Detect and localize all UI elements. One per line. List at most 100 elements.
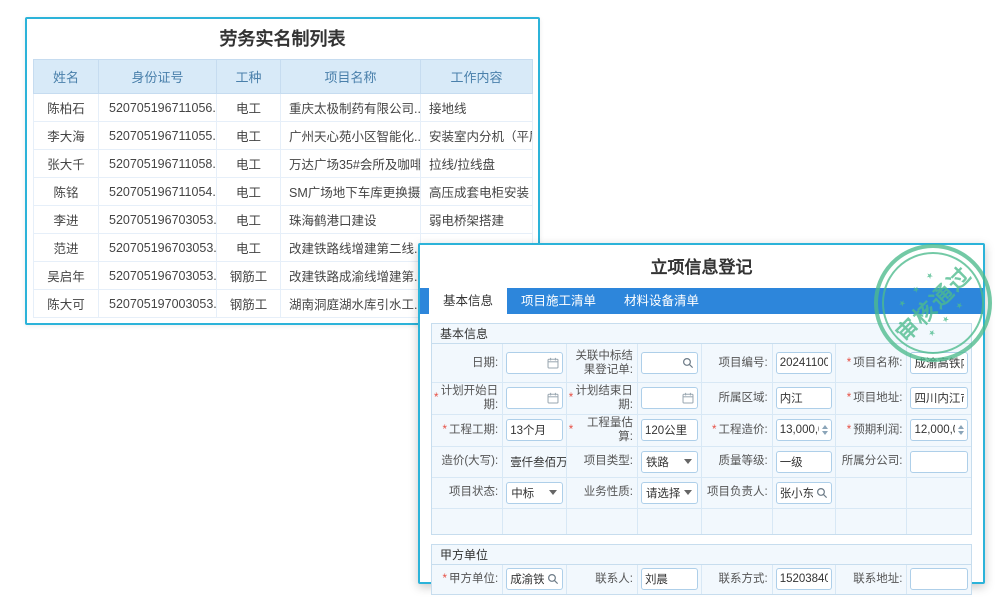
label-project-no: 项目编号:: [702, 344, 773, 382]
form-tab-bar: 基本信息 项目施工清单 材料设备清单: [420, 288, 983, 314]
cell-name[interactable]: 李进: [34, 206, 99, 234]
number-stepper[interactable]: [958, 425, 964, 435]
bid-result-input[interactable]: [642, 353, 682, 373]
contact-address-input[interactable]: [911, 569, 967, 589]
cell-project-name[interactable]: SM广场地下车库更换摄...: [281, 178, 421, 206]
quality-grade-input[interactable]: [777, 452, 832, 472]
col-header-name: 姓名: [34, 60, 99, 94]
label-contact-person: 联系人:: [567, 565, 638, 594]
plan-end-input[interactable]: [642, 388, 682, 408]
label-bid-result: 关联中标结果登记单:: [567, 344, 638, 382]
quantity-estimate-input[interactable]: [642, 420, 697, 440]
form-row: 日期: 关联中标结果登记单: 项目编号: *项目名称:: [432, 344, 971, 382]
contact-person-input[interactable]: [642, 569, 697, 589]
empty-cell: [773, 508, 837, 534]
contact-phone-input[interactable]: [777, 569, 832, 589]
project-name-input[interactable]: [911, 353, 967, 373]
tab-construction-list[interactable]: 项目施工清单: [507, 288, 610, 314]
calendar-icon[interactable]: [547, 357, 559, 369]
party-unit-input[interactable]: [507, 569, 547, 589]
form-row: *计划开始日期: *计划结束日期: 所属区域: *项目地址:: [432, 382, 971, 414]
required-marker: *: [847, 356, 851, 370]
cell-id-number: 520705196711055...: [99, 122, 217, 150]
search-icon[interactable]: [816, 487, 828, 499]
label-project-type: 项目类型:: [567, 446, 638, 477]
cell-project-name[interactable]: 万达广场35#会所及咖啡...: [281, 150, 421, 178]
plan-start-input[interactable]: [507, 388, 547, 408]
cell-name[interactable]: 吴启年: [34, 262, 99, 290]
project-type-select[interactable]: 铁路: [641, 451, 698, 473]
label-date: 日期:: [432, 344, 503, 382]
cell-project-name[interactable]: 改建铁路线增建第二线...: [281, 234, 421, 262]
cell-name[interactable]: 陈柏石: [34, 94, 99, 122]
date-input[interactable]: [507, 353, 547, 373]
label-duration: *工程工期:: [432, 414, 503, 446]
form-row: *甲方单位: 联系人: 联系方式: 联系地址:: [432, 565, 971, 594]
field-plan-start: [503, 382, 567, 414]
cell-project-name[interactable]: 湖南洞庭湖水库引水工...: [281, 290, 421, 318]
duration-input[interactable]: [507, 420, 562, 440]
form-row-empty: [432, 508, 971, 534]
chevron-down-icon: [549, 490, 557, 495]
cost-in-words-value: 壹仟叁佰万元整: [506, 454, 567, 470]
required-marker: *: [569, 391, 573, 405]
field-party-unit: [503, 565, 567, 594]
search-icon[interactable]: [547, 573, 559, 585]
form-row: 项目状态: 中标 业务性质: 请选择 项目负责人:: [432, 477, 971, 508]
form-title: 立项信息登记: [420, 255, 983, 281]
field-branch-company: [907, 446, 971, 477]
cell-id-number: 520705196703053...: [99, 234, 217, 262]
cell-project-name[interactable]: 珠海鹤港口建设: [281, 206, 421, 234]
cell-name[interactable]: 范进: [34, 234, 99, 262]
cell-trade: 电工: [217, 122, 281, 150]
cell-name[interactable]: 张大千: [34, 150, 99, 178]
field-business-nature: 请选择: [638, 477, 702, 508]
label-project-address: *项目地址:: [836, 382, 907, 414]
cell-id-number: 520705197003053...: [99, 290, 217, 318]
label-project-cost: *工程造价:: [702, 414, 773, 446]
business-nature-select[interactable]: 请选择: [641, 482, 698, 504]
cell-name[interactable]: 李大海: [34, 122, 99, 150]
field-cost-in-words: 壹仟叁佰万元整: [503, 446, 567, 477]
label-plan-start: *计划开始日期:: [432, 382, 503, 414]
cell-name[interactable]: 陈大可: [34, 290, 99, 318]
cell-project-name[interactable]: 广州天心苑小区智能化...: [281, 122, 421, 150]
tab-material-equipment-list[interactable]: 材料设备清单: [610, 288, 713, 314]
col-header-trade: 工种: [217, 60, 281, 94]
roster-row: 李大海 520705196711055... 电工 广州天心苑小区智能化... …: [34, 122, 533, 150]
number-stepper[interactable]: [822, 425, 828, 435]
field-contact-phone: [773, 565, 837, 594]
field-duration: [503, 414, 567, 446]
empty-cell: [836, 508, 907, 534]
empty-cell: [567, 508, 638, 534]
project-status-select[interactable]: 中标: [506, 482, 563, 504]
label-contact-phone: 联系方式:: [702, 565, 773, 594]
project-manager-input[interactable]: [777, 483, 817, 503]
cell-work-content: 弱电桥架搭建: [421, 206, 533, 234]
field-project-cost: [773, 414, 837, 446]
calendar-icon[interactable]: [682, 392, 694, 404]
expected-profit-input[interactable]: [911, 420, 958, 440]
cell-trade: 电工: [217, 206, 281, 234]
calendar-icon[interactable]: [547, 392, 559, 404]
cell-id-number: 520705196711058...: [99, 150, 217, 178]
tab-basic-info[interactable]: 基本信息: [429, 288, 507, 314]
region-input[interactable]: [777, 388, 832, 408]
roster-title: 劳务实名制列表: [27, 19, 538, 59]
label-plan-end: *计划结束日期:: [567, 382, 638, 414]
search-icon[interactable]: [682, 357, 694, 369]
cell-project-name[interactable]: 改建铁路成渝线增建第...: [281, 262, 421, 290]
required-marker: *: [443, 572, 447, 586]
field-project-type: 铁路: [638, 446, 702, 477]
label-business-nature: 业务性质:: [567, 477, 638, 508]
section-party-a: 甲方单位 *甲方单位: 联系人: 联系方式: 联系地址:: [431, 544, 972, 595]
cell-name[interactable]: 陈铭: [34, 178, 99, 206]
field-expected-profit: [907, 414, 971, 446]
branch-company-input[interactable]: [911, 452, 967, 472]
project-no-input[interactable]: [777, 353, 832, 373]
label-quantity-estimate: *工程量估算:: [567, 414, 638, 446]
project-cost-input[interactable]: [777, 420, 823, 440]
cell-project-name[interactable]: 重庆太极制药有限公司...: [281, 94, 421, 122]
project-address-input[interactable]: [911, 388, 967, 408]
required-marker: *: [443, 423, 447, 437]
